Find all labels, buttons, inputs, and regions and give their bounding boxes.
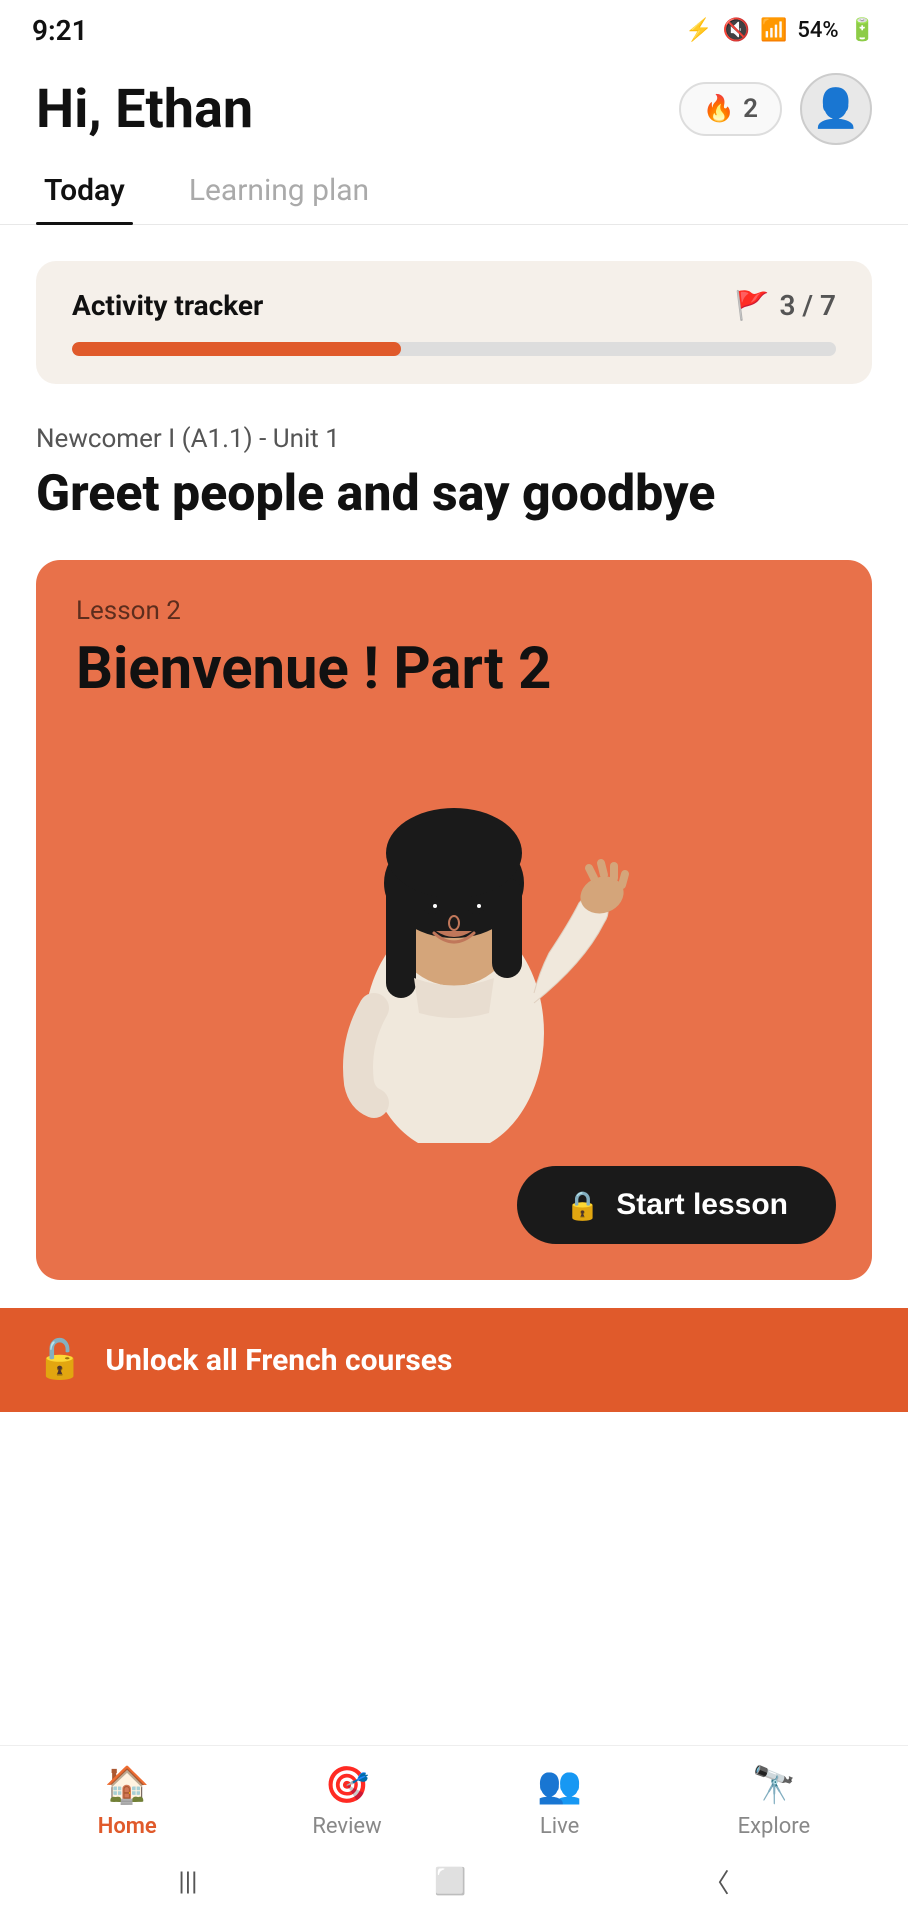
nav-item-explore[interactable]: 🔭 Explore xyxy=(738,1764,811,1839)
activity-tracker: Activity tracker 🚩 3 / 7 xyxy=(36,261,872,384)
tracker-current: 3 / 7 xyxy=(779,289,836,322)
status-icons: ⚡ 🔇 📶 54% 🔋 xyxy=(685,18,876,43)
nav-back-button[interactable]: 〈 xyxy=(704,1863,730,1900)
home-label: Home xyxy=(98,1814,157,1839)
system-nav-bar: ||| ⬜ 〈 xyxy=(0,1849,908,1920)
lesson-title: Bienvenue ! Part 2 xyxy=(76,636,832,703)
battery-level: 54% xyxy=(797,18,838,43)
live-icon: 👥 xyxy=(537,1764,582,1806)
status-time: 9:21 xyxy=(32,14,88,47)
bottom-nav: 🏠 Home 🎯 Review 👥 Live 🔭 Explore ||| ⬜ 〈 xyxy=(0,1745,908,1920)
greeting-text: Hi, Ethan xyxy=(36,78,253,141)
review-label: Review xyxy=(312,1814,381,1839)
progress-bar-background xyxy=(72,342,836,356)
unlock-text: Unlock all French courses xyxy=(105,1343,452,1378)
lesson-card: Lesson 2 Bienvenue ! Part 2 xyxy=(36,560,872,1280)
tab-learning-plan[interactable]: Learning plan xyxy=(181,155,377,224)
lock-icon: 🔒 xyxy=(565,1189,600,1222)
streak-count: 2 xyxy=(743,94,758,124)
nav-item-live[interactable]: 👥 Live xyxy=(537,1764,582,1839)
unit-title: Greet people and say goodbye xyxy=(36,464,872,524)
start-btn-wrapper: 🔒 Start lesson xyxy=(517,1166,836,1244)
lesson-number: Lesson 2 xyxy=(76,596,832,626)
avatar-icon: 👤 xyxy=(812,87,859,131)
nav-item-review[interactable]: 🎯 Review xyxy=(312,1764,381,1839)
header: Hi, Ethan 🔥 2 👤 xyxy=(0,57,908,155)
explore-label: Explore xyxy=(738,1814,811,1839)
review-icon: 🎯 xyxy=(325,1764,370,1806)
explore-icon: 🔭 xyxy=(751,1764,796,1806)
wifi-icon: 📶 xyxy=(760,18,787,43)
home-icon: 🏠 xyxy=(105,1764,150,1806)
unit-info: Newcomer I (A1.1) - Unit 1 Greet people … xyxy=(0,384,908,532)
person-svg xyxy=(274,723,634,1143)
tab-bar: Today Learning plan xyxy=(0,155,908,225)
tab-today[interactable]: Today xyxy=(36,155,133,224)
streak-badge[interactable]: 🔥 2 xyxy=(679,82,782,136)
start-lesson-label: Start lesson xyxy=(616,1188,788,1222)
unit-label: Newcomer I (A1.1) - Unit 1 xyxy=(36,424,872,454)
nav-menu-button[interactable]: ||| xyxy=(178,1867,197,1897)
profile-button[interactable]: 👤 xyxy=(800,73,872,145)
nav-home-button[interactable]: ⬜ xyxy=(434,1867,466,1897)
lesson-illustration xyxy=(36,723,872,1143)
nav-item-home[interactable]: 🏠 Home xyxy=(98,1764,157,1839)
lesson-card-content: Lesson 2 Bienvenue ! Part 2 xyxy=(36,560,872,703)
unlock-banner[interactable]: 🔓 Unlock all French courses xyxy=(0,1308,908,1412)
flame-icon: 🔥 xyxy=(703,94,735,124)
progress-bar-fill xyxy=(72,342,401,356)
status-bar: 9:21 ⚡ 🔇 📶 54% 🔋 xyxy=(0,0,908,57)
tracker-title: Activity tracker xyxy=(72,289,263,322)
tracker-score: 🚩 3 / 7 xyxy=(735,289,836,322)
bluetooth-icon: ⚡ xyxy=(685,18,712,43)
mute-icon: 🔇 xyxy=(723,18,750,43)
unlock-icon: 🔓 xyxy=(36,1338,83,1382)
nav-items: 🏠 Home 🎯 Review 👥 Live 🔭 Explore xyxy=(0,1746,908,1849)
live-label: Live xyxy=(540,1814,579,1839)
tracker-header: Activity tracker 🚩 3 / 7 xyxy=(72,289,836,322)
start-lesson-button[interactable]: 🔒 Start lesson xyxy=(517,1166,836,1244)
flag-icon: 🚩 xyxy=(735,289,770,322)
header-actions: 🔥 2 👤 xyxy=(679,73,872,145)
battery-icon: 🔋 xyxy=(849,18,876,43)
